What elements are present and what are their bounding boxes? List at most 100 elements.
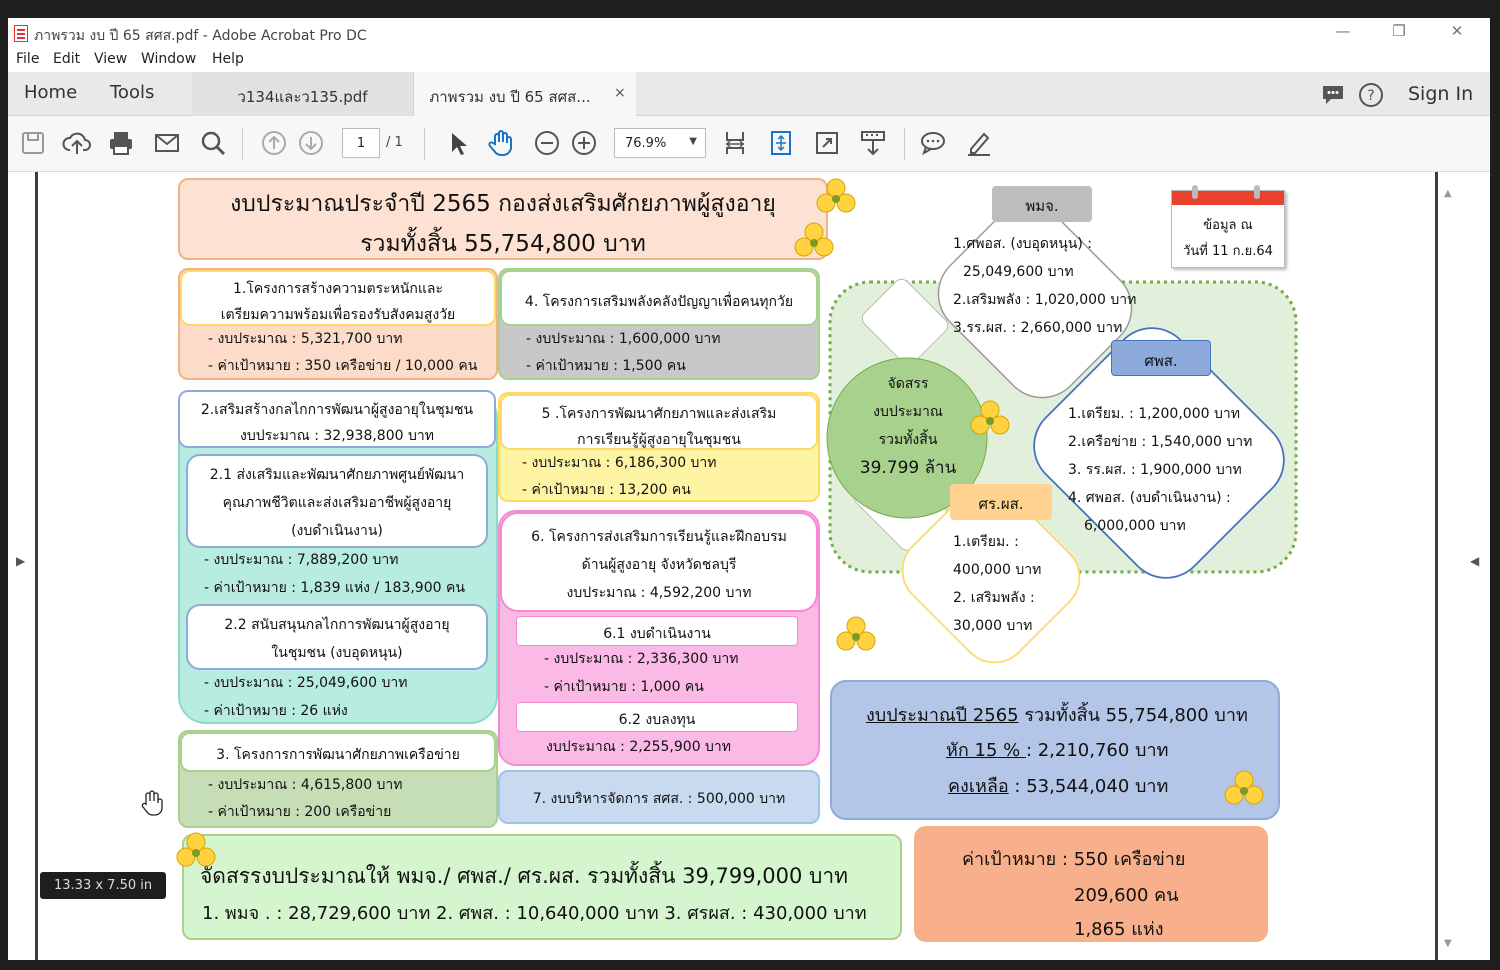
fit-width-icon[interactable]: [720, 128, 750, 158]
minimize-icon[interactable]: —: [1328, 22, 1358, 42]
select-cursor-icon[interactable]: [442, 128, 472, 158]
project-6-1-budget: - งบประมาณ : 2,336,300 บาท: [544, 651, 739, 667]
pmj-label-text: พมจ.: [1025, 197, 1059, 215]
close-window-icon[interactable]: ✕: [1442, 22, 1472, 42]
summary-line-1: งบประมาณปี 2565 รวมทั้งสิ้น 55,754,800 บ…: [866, 700, 1248, 729]
vertical-scrollbar[interactable]: [1435, 172, 1447, 960]
tab-doc-2[interactable]: ภาพรวม งบ ปี 65 สศส...: [414, 72, 636, 116]
zoom-in-icon[interactable]: [569, 128, 599, 158]
zoom-value: 76.9%: [625, 136, 667, 151]
scroll-down-icon[interactable]: ▼: [1444, 938, 1452, 949]
project-4-box: 4. โครงการเสริมพลังคลังปัญญาเพื่อคนทุกวั…: [498, 268, 820, 380]
spos-line-1: 1.เตรียม. : 1,200,000 บาท: [1068, 406, 1240, 422]
restore-icon[interactable]: ❐: [1384, 22, 1414, 42]
menu-bar: File Edit View Window Help: [8, 48, 1490, 72]
sign-in-link[interactable]: Sign In: [1408, 83, 1473, 105]
project-1-box: 1.โครงการสร้างความตระหนักและ เตรียมความพ…: [178, 268, 498, 380]
project-7-box: 7. งบบริหารจัดการ สศส. : 500,000 บาท: [498, 770, 820, 824]
tab-doc-2-label: ภาพรวม งบ ปี 65 สศส...: [429, 88, 591, 106]
email-icon[interactable]: [152, 128, 182, 158]
fit-page-icon[interactable]: [766, 128, 796, 158]
project-2-budget: งบประมาณ : 32,938,800 บาท: [240, 428, 434, 444]
calendar-ring-left: [1192, 185, 1198, 199]
allocation-breakdown: 1. พมจ . : 28,729,600 บาท 2. ศพส. : 10,6…: [202, 903, 867, 924]
calendar-ring-right: [1254, 185, 1260, 199]
zoom-out-icon[interactable]: [532, 128, 562, 158]
srps-details: 1.เตรียม. : 400,000 บาท 2. เสริมพลัง : 3…: [953, 528, 1041, 640]
calendar-header: [1172, 191, 1284, 205]
close-tab-icon[interactable]: ×: [614, 85, 626, 101]
menu-window[interactable]: Window: [141, 51, 196, 67]
center-line-4: 39.799 ล้าน: [859, 458, 957, 478]
target-line-2: 209,600 คน: [1074, 885, 1179, 906]
srps-line-4: 30,000 บาท: [953, 618, 1033, 634]
calendar-line-2: วันที่ 11 ก.ย.64: [1183, 244, 1273, 259]
pdf-app-icon: [14, 25, 28, 42]
project-3-target: - ค่าเป้าหมาย : 200 เครือข่าย: [208, 804, 392, 820]
comment-bubble-icon[interactable]: [1320, 82, 1346, 108]
pmj-label: พมจ.: [992, 186, 1092, 222]
menu-help[interactable]: Help: [212, 51, 244, 67]
spos-line-5: 6,000,000 บาท: [1084, 518, 1186, 534]
toolbar: 1 / 1 76.9% ▼: [8, 116, 1490, 172]
comment-icon[interactable]: [918, 128, 948, 158]
highlight-pen-icon[interactable]: [964, 128, 994, 158]
scroll-up-icon[interactable]: ▲: [1444, 188, 1452, 199]
flower-icon: [816, 178, 856, 213]
summary-line-3-value: : 53,544,040 บาท: [1008, 776, 1169, 797]
project-6-header: 6. โครงการส่งเสริมการเรียนรู้และฝึกอบรม …: [500, 512, 818, 612]
project-2-1-header: 2.1 ส่งเสริมและพัฒนาศักยภาพศูนย์พัฒนา คุ…: [186, 454, 488, 548]
spos-line-4: 4. ศพอส. (งบดำเนินงาน) :: [1068, 490, 1231, 506]
expand-right-panel-icon[interactable]: ◀: [1470, 554, 1479, 568]
zoom-select[interactable]: 76.9% ▼: [614, 128, 706, 158]
menu-edit[interactable]: Edit: [53, 51, 80, 67]
srps-line-3: 2. เสริมพลัง :: [953, 590, 1035, 606]
project-6-budget: งบประมาณ : 4,592,200 บาท: [566, 585, 752, 601]
project-6-2-title: 6.2 งบลงทุน: [618, 712, 696, 728]
project-2-2-title-2: ในชุมชน (งบอุดหนุน): [271, 645, 403, 661]
next-page-icon[interactable]: [296, 128, 326, 158]
project-6-title-1: 6. โครงการส่งเสริมการเรียนรู้และฝึกอบรม: [531, 529, 787, 545]
srps-label: ศร.ผส.: [950, 484, 1052, 520]
summary-line-2-label: หัก 15 %: [946, 740, 1026, 761]
page-number-input[interactable]: 1: [342, 128, 380, 158]
print-icon[interactable]: [106, 128, 136, 158]
svg-text:?: ?: [1367, 88, 1374, 104]
srps-label-text: ศร.ผส.: [978, 495, 1024, 513]
project-2-header: 2.เสริมสร้างกลไกการพัฒนาผู้สูงอายุในชุมช…: [178, 390, 496, 448]
project-5-target: - ค่าเป้าหมาย : 13,200 คน: [522, 482, 691, 498]
previous-page-icon[interactable]: [259, 128, 289, 158]
project-4-title: 4. โครงการเสริมพลังคลังปัญญาเพื่อคนทุกวั…: [524, 294, 794, 310]
project-1-header: 1.โครงการสร้างความตระหนักและ เตรียมความพ…: [180, 270, 496, 326]
upload-cloud-icon[interactable]: [62, 128, 92, 158]
summary-line-1-value: รวมทั้งสิ้น 55,754,800 บาท: [1018, 705, 1248, 726]
project-3-title: 3. โครงการการพัฒนาศักยภาพเครือข่าย: [216, 747, 460, 763]
menu-view[interactable]: View: [94, 51, 127, 67]
project-1-target: - ค่าเป้าหมาย : 350 เครือข่าย / 10,000 ค…: [208, 358, 478, 374]
tab-doc-1[interactable]: ว134และว135.pdf: [192, 72, 414, 116]
calendar-icon: ข้อมูล ณ วันที่ 11 ก.ย.64: [1171, 185, 1285, 268]
spos-line-2: 2.เครือข่าย : 1,540,000 บาท: [1068, 434, 1253, 450]
save-icon[interactable]: [18, 128, 48, 158]
project-5-title-2: การเรียนรู้ผู้สูงอายุในชุมชน: [577, 432, 741, 448]
hand-tool-icon[interactable]: [486, 128, 516, 158]
srps-line-2: 400,000 บาท: [953, 562, 1042, 578]
center-line-3: รวมทั้งสิ้น: [878, 432, 938, 448]
center-allocation-text: จัดสรร งบประมาณ รวมทั้งสิ้น 39.799 ล้าน: [837, 370, 979, 482]
menu-file[interactable]: File: [16, 51, 39, 67]
help-icon[interactable]: ?: [1358, 82, 1384, 108]
project-2-2-target: - ค่าเป้าหมาย : 26 แห่ง: [204, 703, 348, 719]
title-box: งบประมาณประจำปี 2565 กองส่งเสริมศักยภาพผ…: [178, 178, 828, 260]
project-4-header: 4. โครงการเสริมพลังคลังปัญญาเพื่อคนทุกวั…: [500, 270, 818, 326]
project-4-target: - ค่าเป้าหมาย : 1,500 คน: [526, 358, 686, 374]
expand-left-panel-icon[interactable]: ▶: [16, 554, 25, 568]
summary-line-3: คงเหลือ : 53,544,040 บาท: [948, 771, 1168, 800]
full-screen-icon[interactable]: [812, 128, 842, 158]
tab-home[interactable]: Home: [24, 82, 77, 103]
search-icon[interactable]: [198, 128, 228, 158]
flower-icon: [794, 222, 834, 257]
tab-tools[interactable]: Tools: [110, 82, 154, 103]
project-6-box: 6. โครงการส่งเสริมการเรียนรู้และฝึกอบรม …: [498, 510, 820, 766]
scroll-mode-icon[interactable]: [858, 128, 888, 158]
project-2-1-title-1: 2.1 ส่งเสริมและพัฒนาศักยภาพศูนย์พัฒนา: [209, 467, 465, 483]
